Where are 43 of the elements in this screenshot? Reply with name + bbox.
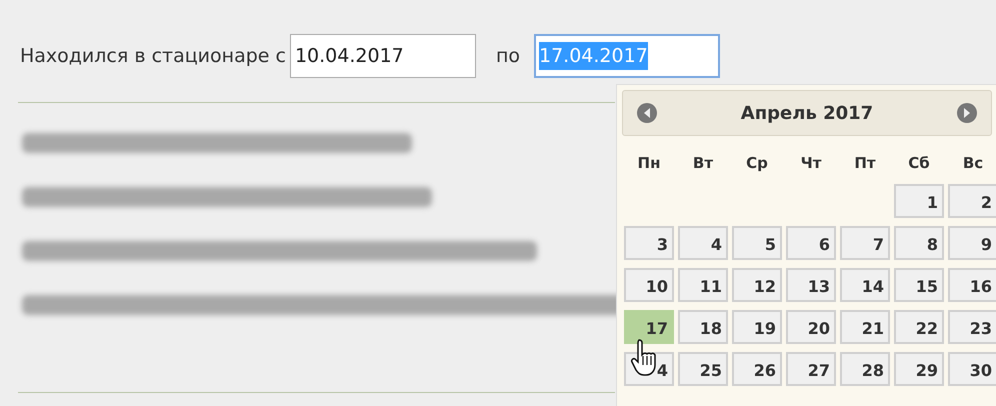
day-cell[interactable]: 8: [894, 226, 944, 260]
day-cell[interactable]: 17: [624, 310, 674, 344]
day-cell[interactable]: 29: [894, 352, 944, 386]
day-cell[interactable]: 2: [948, 184, 996, 218]
previous-month-icon[interactable]: [637, 103, 657, 123]
day-cell[interactable]: 5: [732, 226, 782, 260]
weekday-label: Сб: [907, 153, 931, 174]
day-cell[interactable]: 12: [732, 268, 782, 302]
day-cell[interactable]: 25: [678, 352, 728, 386]
weekday-label: Вс: [962, 153, 984, 174]
day-cell[interactable]: 7: [840, 226, 890, 260]
field-value: 17.04.2017: [539, 42, 648, 70]
day-cell[interactable]: 13: [786, 268, 836, 302]
weekday-label: Пн: [636, 153, 662, 174]
day-cell[interactable]: 30: [948, 352, 996, 386]
day-cell[interactable]: 9: [948, 226, 996, 260]
day-cell[interactable]: 11: [678, 268, 728, 302]
field-label: по: [496, 44, 520, 69]
day-cell[interactable]: 1: [894, 184, 944, 218]
day-cell[interactable]: 16: [948, 268, 996, 302]
day-cell[interactable]: 6: [786, 226, 836, 260]
weekday-label: Пт: [853, 153, 877, 174]
day-cell[interactable]: 19: [732, 310, 782, 344]
date-field[interactable]: 10.04.2017: [290, 34, 476, 78]
weekday-label: Вт: [692, 153, 714, 174]
day-cell[interactable]: 18: [678, 310, 728, 344]
day-cell[interactable]: 10: [624, 268, 674, 302]
day-cell[interactable]: 4: [678, 226, 728, 260]
day-cell[interactable]: 23: [948, 310, 996, 344]
day-cell[interactable]: 26: [732, 352, 782, 386]
weekday-label: Чт: [800, 153, 822, 174]
day-cell[interactable]: 21: [840, 310, 890, 344]
day-cell[interactable]: 27: [786, 352, 836, 386]
day-cell[interactable]: 22: [894, 310, 944, 344]
day-cell[interactable]: 3: [624, 226, 674, 260]
month-title: Апрель 2017: [740, 102, 874, 126]
next-month-icon[interactable]: [956, 103, 977, 123]
day-cell[interactable]: 20: [786, 310, 836, 344]
weekday-label: Ср: [745, 153, 769, 174]
day-cell[interactable]: 15: [894, 268, 944, 302]
day-cell[interactable]: 28: [840, 352, 890, 386]
day-cell[interactable]: 14: [840, 268, 890, 302]
field-label: Находился в стационаре с: [20, 44, 286, 69]
